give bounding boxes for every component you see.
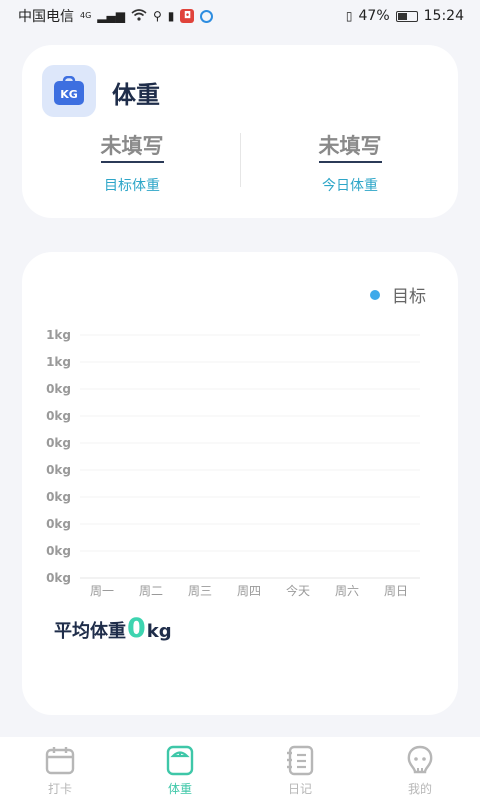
battery-percent: 47%: [358, 8, 390, 24]
nav-item-checkin[interactable]: 打卡: [0, 737, 120, 800]
y-tick-label: 0kg: [46, 463, 71, 477]
average-weight-unit: kg: [146, 621, 172, 642]
target-weight-stat[interactable]: 未填写 目标体重: [62, 130, 202, 195]
notebook-icon: [287, 745, 314, 776]
average-weight-value: 0: [127, 613, 146, 644]
y-tick-label: 0kg: [46, 517, 71, 531]
battery-icon: [395, 10, 418, 22]
vibrate-icon: ▯: [345, 9, 353, 23]
nav-label-diary: 日记: [287, 782, 312, 796]
x-tick-label: 周日: [384, 584, 408, 598]
nav-item-weight[interactable]: 体重: [120, 737, 240, 800]
today-weight-stat[interactable]: 未填写 今日体重: [280, 130, 420, 195]
target-weight-value[interactable]: 未填写: [100, 130, 164, 163]
card-title: 体重: [112, 81, 160, 109]
weight-chart: 1kg 1kg 0kg 0kg 0kg 0kg 0kg 0kg 0kg 0kg 周一 周二 周三 周四 今天…: [46, 328, 420, 598]
signal-icon: ▂▄▆: [97, 9, 125, 23]
x-tick-label: 周二: [139, 584, 163, 598]
alert-icon: ▮: [167, 9, 175, 23]
nav-label-weight: 体重: [167, 782, 192, 796]
stat-divider: [240, 133, 241, 187]
scale-icon: [166, 745, 194, 776]
status-right: ▯ 47% 15:24: [346, 8, 464, 24]
weight-chart-card: 目标 1kg 1kg 0kg 0kg 0kg 0kg 0kg 0kg 0kg 0kg 周一 周二 周三周…: [22, 252, 458, 715]
y-tick-label: 0kg: [46, 382, 71, 396]
status-left: 中国电信 4G ▂▄▆ ⚲ ▮ ◘: [18, 6, 214, 26]
today-weight-label: 今日体重: [322, 178, 378, 194]
average-weight-label: 平均体重: [54, 621, 126, 642]
nav-item-profile[interactable]: 我的: [360, 737, 480, 800]
profile-icon: [407, 745, 433, 774]
x-tick-label: 周四: [237, 584, 261, 598]
average-weight: 平均体重 0 kg: [54, 614, 172, 644]
browser-notification-icon: [200, 9, 214, 23]
usb-icon: ⚲: [152, 9, 162, 23]
nav-item-diary[interactable]: 日记: [240, 737, 360, 800]
x-tick-label: 周三: [188, 584, 212, 598]
app-notification-icon: ◘: [180, 9, 195, 23]
wifi-icon: [131, 9, 147, 23]
y-tick-label: 0kg: [46, 436, 71, 450]
y-tick-label: 0kg: [46, 490, 71, 504]
y-tick-label: 1kg: [46, 355, 71, 369]
network-type: 4G: [80, 11, 92, 20]
y-tick-label: 0kg: [46, 409, 71, 423]
kg-icon-text: KG: [60, 88, 78, 101]
status-bar: 中国电信 4G ▂▄▆ ⚲ ▮ ◘ ▯ 47% 15:24: [0, 0, 480, 32]
x-tick-label: 周一: [90, 584, 114, 598]
y-tick-label: 0kg: [46, 571, 71, 585]
nav-label-checkin: 打卡: [47, 782, 72, 796]
weight-summary-card: KG 体重 未填写 目标体重 未填写 今日体重: [22, 45, 458, 218]
target-weight-label: 目标体重: [104, 178, 160, 194]
x-tick-label: 周六: [335, 584, 359, 598]
clock: 15:24: [423, 8, 464, 24]
y-tick-label: 1kg: [46, 328, 71, 342]
x-tick-label: 今天: [286, 583, 310, 598]
kg-scale-icon: KG: [42, 65, 96, 117]
carrier-name: 中国电信: [18, 9, 74, 25]
today-weight-value[interactable]: 未填写: [318, 130, 382, 163]
nav-label-profile: 我的: [407, 782, 432, 796]
bottom-nav: 打卡 体重 日记 我的: [0, 737, 480, 800]
calendar-icon: [45, 747, 75, 775]
y-tick-label: 0kg: [46, 544, 71, 558]
